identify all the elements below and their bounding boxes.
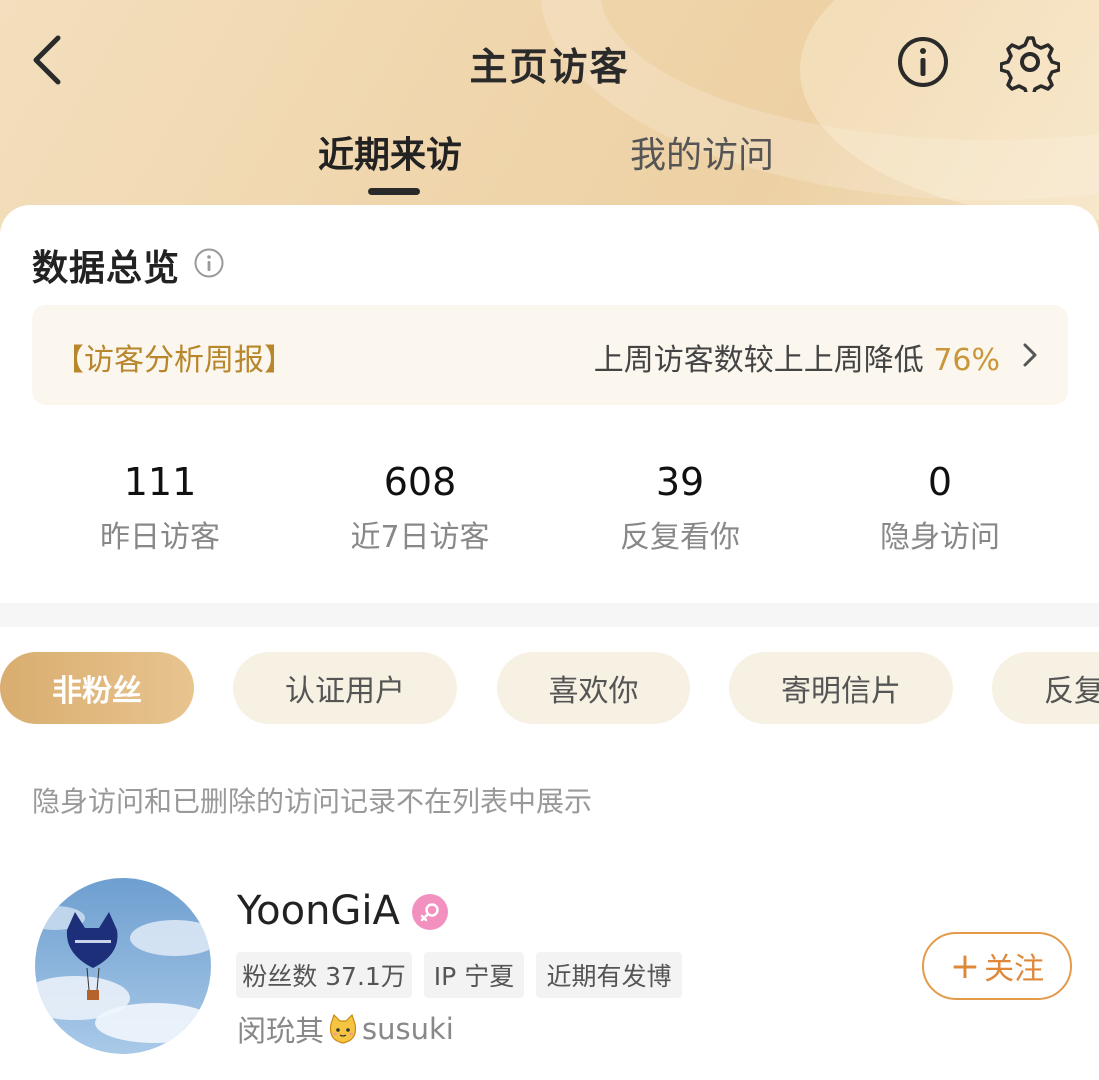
tab-bar: 近期来访 我的访问 — [0, 120, 1099, 200]
info-button[interactable] — [895, 34, 951, 90]
report-tag: 【访客分析周报】 — [54, 343, 294, 378]
report-text: 上周访客数较上上周降低 — [593, 343, 924, 378]
stat-label: 近7日访客 — [350, 520, 490, 555]
info-circle-icon — [898, 37, 948, 87]
section-title: 数据总览 — [32, 248, 181, 289]
stats-row: 111 昨日访客 608 近7日访客 39 反复看你 0 隐身访问 — [0, 460, 1099, 570]
visitor-tag-recent-post: 近期有发博 — [536, 952, 682, 998]
avatar[interactable] — [35, 878, 211, 1054]
stat-yesterday-visitors[interactable]: 111 昨日访客 — [60, 460, 260, 556]
filter-chips: 非粉丝 认证用户 喜欢你 寄明信片 反复 — [0, 652, 1099, 728]
filter-verified-users[interactable]: 认证用户 — [233, 652, 457, 724]
info-circle-icon[interactable] — [193, 247, 225, 279]
filter-non-fans[interactable]: 非粉丝 — [0, 652, 194, 724]
stat-repeat-visitors[interactable]: 39 反复看你 — [580, 460, 780, 556]
stat-7day-visitors[interactable]: 608 近7日访客 — [320, 460, 520, 556]
stat-hidden-visits[interactable]: 0 隐身访问 — [840, 460, 1040, 556]
visitor-tag-fans: 粉丝数 37.1万 — [236, 952, 412, 998]
gear-icon — [999, 36, 1061, 98]
visitor-row[interactable]: YoonGiA 粉丝数 37.1万 IP 宁夏 近期有发博 闵玧其 susuki… — [0, 870, 1099, 1070]
stat-value: 39 — [655, 460, 705, 504]
follow-button[interactable]: + 关注 — [922, 932, 1072, 1000]
report-summary: 上周访客数较上上周降低 76% — [594, 335, 1000, 379]
cat-face-icon — [329, 1013, 357, 1044]
weekly-report-banner[interactable]: 【访客分析周报】 上周访客数较上上周降低 76% — [32, 305, 1068, 405]
filter-repeat[interactable]: 反复 — [992, 652, 1099, 724]
report-percent: 76% — [933, 343, 1000, 378]
stat-value: 608 — [383, 460, 457, 504]
filter-likes-you[interactable]: 喜欢你 — [497, 652, 690, 724]
stat-label: 隐身访问 — [880, 520, 1000, 555]
tab-recent-visits[interactable]: 近期来访 — [318, 126, 462, 178]
stat-label: 反复看你 — [620, 520, 740, 555]
top-bar: 主页访客 — [0, 0, 1099, 120]
tab-my-visits[interactable]: 我的访问 — [630, 126, 774, 178]
plus-icon: + — [949, 945, 981, 987]
female-icon — [412, 894, 448, 930]
avatar-image — [35, 878, 211, 1054]
chevron-right-icon — [1023, 343, 1037, 367]
visitor-desc-prefix: 闵玧其 — [237, 1014, 325, 1048]
list-notice: 隐身访问和已删除的访问记录不在列表中展示 — [32, 785, 593, 818]
overview-card: 数据总览 【访客分析周报】 上周访客数较上上周降低 76% 111 昨日访客 6… — [0, 205, 1099, 605]
stat-value: 0 — [927, 460, 953, 504]
filter-postcards[interactable]: 寄明信片 — [729, 652, 953, 724]
section-divider — [0, 603, 1099, 627]
visitor-tag-ip: IP 宁夏 — [424, 952, 524, 998]
follow-label: 关注 — [984, 952, 1045, 987]
visitor-description: 闵玧其 susuki — [237, 1008, 454, 1050]
settings-button[interactable] — [999, 32, 1061, 98]
visitor-desc-suffix: susuki — [362, 1012, 454, 1046]
tab-indicator — [368, 188, 420, 195]
stat-value: 111 — [123, 460, 197, 504]
visitor-name[interactable]: YoonGiA — [237, 888, 400, 934]
stat-label: 昨日访客 — [100, 520, 220, 555]
